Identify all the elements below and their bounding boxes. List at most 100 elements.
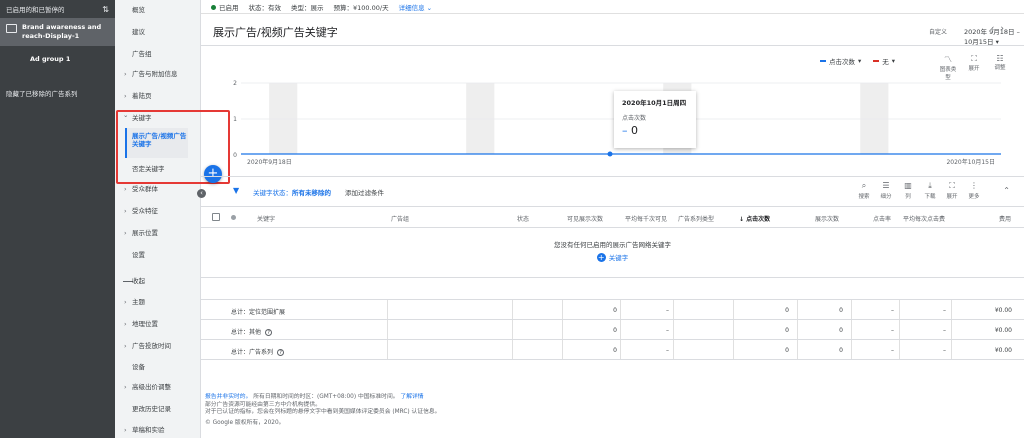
col-ad-group[interactable]: 广告组 [391,214,409,223]
totals-cell-cost: ¥0.00 [994,307,1012,314]
tune-icon: ☷ [996,54,1004,63]
sort-arrows-icon[interactable]: ⇅ [102,5,109,14]
cell-divider [951,340,952,359]
col-ctr[interactable]: 点击率 [873,214,891,223]
filter-label: 关键字状态： [253,189,292,197]
help-icon[interactable]: ? [265,329,273,336]
campaign-item[interactable]: Brand awareness and reach-Display-1 [0,18,115,46]
columns-button[interactable]: ▥ 列 [897,181,919,200]
ad-group-item[interactable]: Ad group 1 [0,46,115,68]
metric1-legend-icon [820,60,826,62]
nav-topics[interactable]: 主题 [115,296,201,308]
details-link-label: 详细信息 [398,3,425,12]
col-campaign-type[interactable]: 广告系列类型 [678,214,714,223]
campaign-filter[interactable]: 已启用的和已暂停的 ⇅ [0,0,115,18]
select-all-checkbox[interactable] [212,213,220,221]
nav-advanced-bid-adj[interactable]: 高级出价调整 [115,381,201,393]
status-enabled[interactable]: 已启用 [211,2,239,12]
search-button[interactable]: ⌕ 搜索 [853,181,875,200]
cell-divider [562,340,563,359]
hover-data-point[interactable] [607,151,613,157]
report-not-realtime-link[interactable]: 报告并非实时的。 [205,394,251,400]
col-keyword[interactable]: 关键字 [257,214,275,223]
weekend-bands [269,83,889,154]
totals-label: 总计：其他? [231,327,273,336]
nav-ads-extensions[interactable]: 广告与附加信息 [115,68,201,80]
totals-cell-vcpm: – [666,307,669,314]
spacer-row [201,278,1024,300]
nav-ad-schedule[interactable]: 广告投放时间 [115,340,201,352]
expand-label: 展开 [968,66,980,72]
col-avg-cpc[interactable]: 平均每次点击费 [903,214,945,223]
nav-demographics[interactable]: 受众特征 [115,205,201,217]
more-label: 更多 [968,194,980,200]
campaign-status-bar: 已启用 状态：有效 类型：展示 预算：¥100.00/天 详细信息 ⌄ [201,0,1024,14]
col-status[interactable]: 状态 [517,214,529,223]
totals-cell-cpc: – [943,347,946,354]
cell-divider [797,340,798,359]
totals-cell-cost: ¥0.00 [994,347,1012,354]
metric2-legend-icon [873,60,880,62]
cell-divider [899,300,900,319]
help-icon[interactable]: ? [277,349,285,356]
segment-label: 细分 [880,194,892,200]
col-viewable-impr[interactable]: 可见展示次数 [567,214,603,223]
add-filter-button[interactable]: 添加过滤条件 [345,187,384,197]
state-label: 状态： [248,3,269,12]
totals-cell-ctr: – [891,307,894,314]
metric2-select[interactable]: 无 ▾ [873,56,895,66]
campaign-name: Brand awareness and reach-Display-1 [22,23,102,40]
totals-cell-impr: 0 [839,347,843,354]
nav-devices[interactable]: 设备 [115,361,201,373]
prev-period-icon[interactable]: ‹ [991,24,1001,34]
totals-row: 总计：广告系列? 0 – 0 0 – – ¥0.00 [201,340,1024,360]
budget-label: 预算： [333,3,354,12]
col-impressions[interactable]: 展示次数 [815,214,839,223]
nav-locations[interactable]: 地理位置 [115,318,201,330]
tooltip-metric: 点击次数 [622,115,647,122]
timezone-note: 所有日期和时间的时区：(GMT+08:00) 中国标准时间。 [253,394,399,400]
nav-landing-pages[interactable]: 着陆页 [115,90,201,102]
cell-divider [851,300,852,319]
cell-divider [387,340,388,359]
col-clicks[interactable]: ↓ 点击次数 [739,214,770,223]
more-vert-icon: ⋮ [970,181,978,190]
metric1-select[interactable]: 点击次数 ▾ [820,56,861,66]
keyword-status-filter[interactable]: 关键字状态：所有未移除的 [253,187,331,197]
nav-change-history[interactable]: 更改历史记录 [115,403,201,415]
next-period-icon[interactable]: › [1000,24,1010,34]
col-cost[interactable]: 费用 [999,214,1011,223]
nav-audiences[interactable]: 受众群体 [115,183,201,195]
learn-more-link[interactable]: 了解详情 [400,394,423,400]
fullscreen-icon: ⛶ [949,181,955,190]
details-link[interactable]: 详细信息 ⌄ [399,2,433,12]
budget-value: ¥100.00/天 [353,3,389,12]
expand-table-label: 展开 [946,194,958,200]
nav-overview[interactable]: 概览 [115,4,201,16]
add-keyword-button[interactable]: + 关键字 [201,252,1024,262]
nav-collapse[interactable]: 收起 [115,275,201,287]
columns-icon: ▥ [904,181,912,190]
chevron-up-icon[interactable]: ⌃ [1003,186,1010,195]
segment-icon: ☰ [882,181,890,190]
filter-icon[interactable]: ▼ [233,186,239,195]
cell-divider [387,300,388,319]
segment-button[interactable]: ☰ 细分 [875,181,897,200]
tooltip-value-number: 0 [631,124,638,137]
cell-divider [620,300,621,319]
download-icon: ⤓ [928,181,932,190]
nav-ad-groups[interactable]: 广告组 [115,48,201,60]
expand-table-button[interactable]: ⛶ 展开 [941,181,963,200]
more-button[interactable]: ⋮ 更多 [963,181,985,200]
download-button[interactable]: ⤓ 下载 [919,181,941,200]
nav-recommendations[interactable]: 建议 [115,26,201,38]
cell-divider [512,320,513,339]
nav-placements[interactable]: 展示位置 [115,227,201,239]
nav-drafts-experiments[interactable]: 草稿和实验 [115,424,201,436]
cell-divider [851,340,852,359]
page-menu: 概览 建议 广告组 广告与附加信息 着陆页 关键字 展示广告/视频广告关键字 否… [115,0,201,438]
col-avg-vcpm[interactable]: 平均每千次可见 [625,214,667,223]
nav-settings[interactable]: 设置 [115,249,201,261]
display-campaign-icon [6,24,17,33]
keywords-table: 关键字 广告组 状态 可见展示次数 平均每千次可见 广告系列类型 ↓ 点击次数 … [201,206,1024,360]
